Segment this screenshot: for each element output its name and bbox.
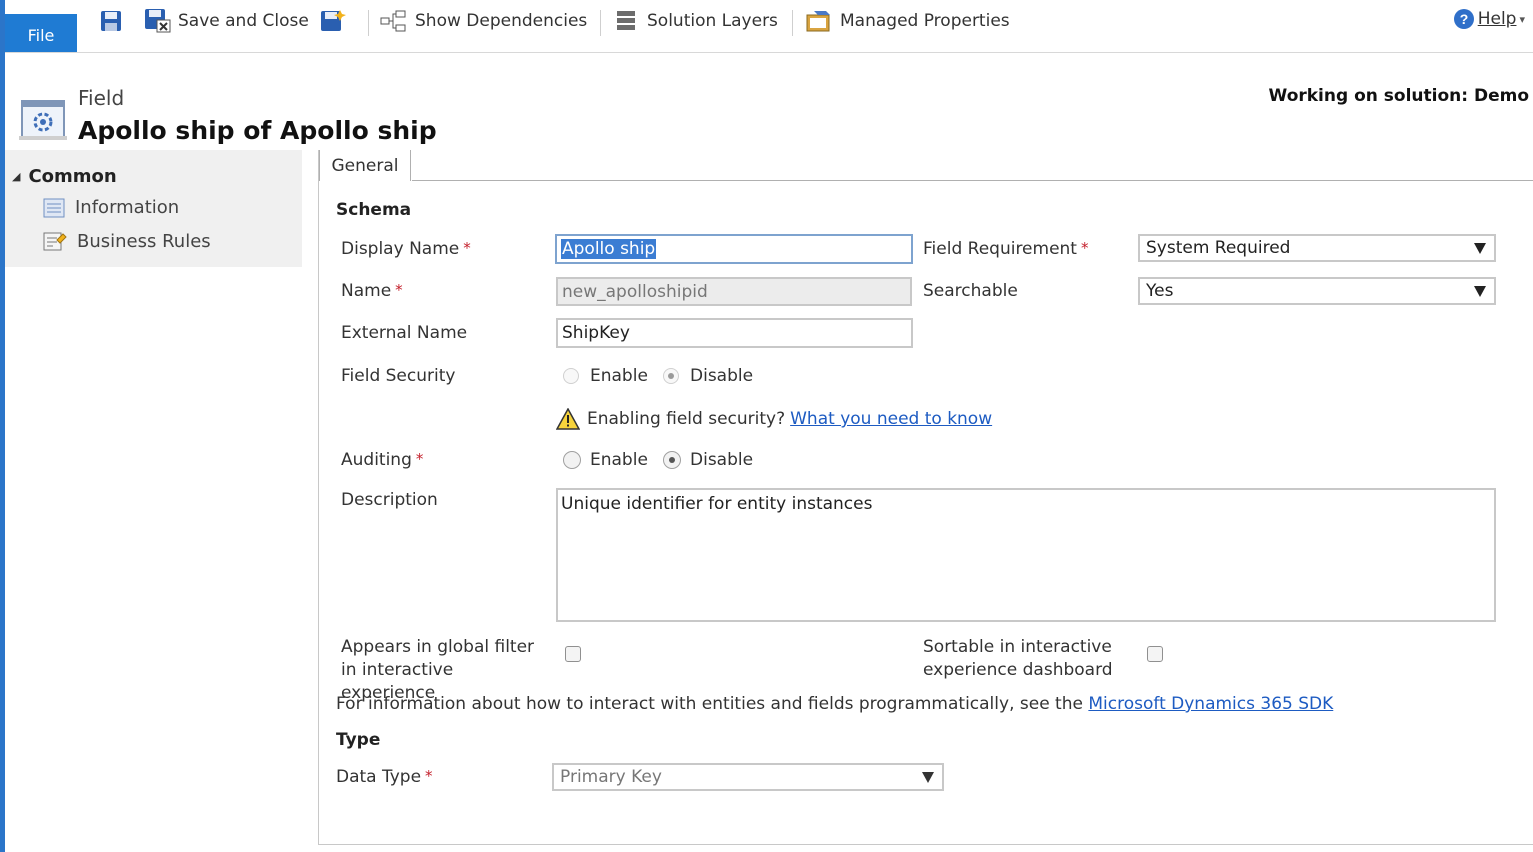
field-security-warning: Enabling field security? What you need t…: [556, 408, 992, 430]
section-schema-heading: Schema: [336, 200, 412, 220]
business-rules-icon: [43, 232, 67, 251]
window-left-border: [0, 0, 5, 852]
solution-layers-button[interactable]: Solution Layers: [616, 0, 778, 42]
save-and-close-label: Save and Close: [178, 11, 309, 31]
save-button[interactable]: [100, 0, 122, 42]
managed-properties-label: Managed Properties: [840, 11, 1010, 31]
sidebar-item-label: Information: [75, 197, 180, 218]
working-solution: Working on solution: Demo: [1268, 86, 1529, 106]
field-security-disable-radio[interactable]: [663, 368, 679, 384]
page-kind: Field: [78, 86, 125, 110]
dependencies-icon: [380, 10, 406, 32]
form-icon: [43, 198, 65, 217]
help-label: Help: [1477, 9, 1517, 29]
searchable-label: Searchable: [923, 281, 1018, 301]
sortable-checkbox[interactable]: [1147, 646, 1163, 662]
field-requirement-value: System Required: [1146, 238, 1291, 258]
auditing-enable-option[interactable]: Enable: [563, 450, 648, 470]
toolbar-separator: [792, 10, 793, 36]
sidebar-group-common[interactable]: ◢ Common: [12, 166, 117, 187]
name-input[interactable]: new_apolloshipid: [556, 277, 912, 306]
sidebar-item-label: Business Rules: [77, 230, 211, 252]
save-new-button[interactable]: [320, 0, 346, 42]
managed-properties-icon: [806, 11, 830, 32]
field-requirement-label: Field Requirement *: [923, 239, 1089, 259]
description-textarea[interactable]: Unique identifier for entity instances: [556, 488, 1496, 622]
managed-properties-button[interactable]: Managed Properties: [806, 0, 1010, 42]
sidebar-item-information[interactable]: Information: [43, 197, 179, 218]
name-label: Name *: [341, 281, 403, 301]
save-and-close-button[interactable]: Save and Close: [144, 0, 309, 42]
description-value: Unique identifier for entity instances: [561, 494, 873, 514]
external-name-value: ShipKey: [562, 323, 630, 343]
show-dependencies-button[interactable]: Show Dependencies: [380, 0, 587, 42]
data-type-label: Data Type *: [336, 767, 433, 787]
sortable-label: Sortable in interactive experience dashb…: [923, 637, 1113, 680]
field-security-enable-option[interactable]: Enable: [563, 366, 648, 386]
required-marker: *: [395, 281, 403, 299]
dropdown-arrow-icon: [922, 771, 934, 783]
disable-label: Disable: [690, 450, 754, 470]
auditing-disable-option[interactable]: Disable: [663, 450, 753, 470]
warning-icon: [556, 408, 580, 430]
dropdown-arrow-icon: [1474, 285, 1486, 297]
page-title: Apollo ship of Apollo ship: [78, 116, 437, 145]
searchable-value: Yes: [1146, 281, 1174, 301]
enable-label: Enable: [590, 366, 648, 386]
help-button[interactable]: ? Help ▾: [1453, 8, 1525, 30]
data-type-value: Primary Key: [560, 767, 662, 787]
sidebar-group-label: Common: [28, 166, 117, 187]
external-name-label: External Name: [341, 323, 468, 343]
layers-icon: [617, 11, 635, 30]
name-value: new_apolloshipid: [562, 281, 708, 302]
disable-label: Disable: [690, 366, 754, 386]
field-entity-icon: [19, 100, 67, 140]
display-name-label: Display Name *: [341, 239, 471, 259]
global-filter-checkbox[interactable]: [565, 646, 581, 662]
required-marker: *: [425, 767, 433, 785]
display-name-value: Apollo ship: [561, 239, 657, 259]
toolbar-separator: [368, 10, 369, 36]
show-dependencies-label: Show Dependencies: [415, 11, 588, 31]
dropdown-arrow-icon: [1474, 242, 1486, 254]
svg-text:?: ?: [1459, 11, 1468, 27]
chevron-down-icon: ▾: [1519, 12, 1525, 26]
enable-label: Enable: [590, 450, 648, 470]
save-icon: [101, 11, 121, 31]
collapse-triangle-icon: ◢: [12, 170, 21, 183]
sdk-info-text: For information about how to interact wi…: [336, 694, 1334, 714]
description-label: Description: [341, 490, 438, 510]
save-new-icon: [321, 10, 346, 31]
file-button[interactable]: File: [5, 14, 77, 52]
field-security-label: Field Security: [341, 366, 456, 386]
required-marker: *: [415, 450, 424, 468]
display-name-input[interactable]: Apollo ship: [555, 234, 913, 264]
external-name-input[interactable]: ShipKey: [556, 318, 913, 348]
help-icon: ?: [1453, 9, 1474, 29]
required-marker: *: [1080, 239, 1089, 257]
solution-layers-label: Solution Layers: [647, 11, 778, 31]
section-type-heading: Type: [336, 730, 381, 750]
tab-strip-line: [412, 180, 1533, 181]
tab-general[interactable]: General: [319, 150, 411, 181]
what-you-need-to-know-link[interactable]: What you need to know: [790, 409, 992, 429]
searchable-select[interactable]: Yes: [1138, 277, 1496, 305]
auditing-enable-radio[interactable]: [563, 451, 581, 469]
auditing-disable-radio[interactable]: [663, 451, 681, 469]
required-marker: *: [463, 239, 471, 257]
sidebar-item-business-rules[interactable]: Business Rules: [43, 230, 211, 252]
field-security-disable-option[interactable]: Disable: [663, 366, 753, 386]
field-security-enable-radio[interactable]: [563, 368, 579, 384]
security-warning-text: Enabling field security?: [587, 409, 786, 429]
dynamics-sdk-link[interactable]: Microsoft Dynamics 365 SDK: [1088, 694, 1333, 714]
data-type-select[interactable]: Primary Key: [552, 763, 944, 791]
toolbar-separator: [600, 10, 601, 36]
auditing-label: Auditing *: [341, 450, 424, 470]
field-requirement-select[interactable]: System Required: [1138, 234, 1496, 262]
save-close-icon: [145, 9, 171, 33]
